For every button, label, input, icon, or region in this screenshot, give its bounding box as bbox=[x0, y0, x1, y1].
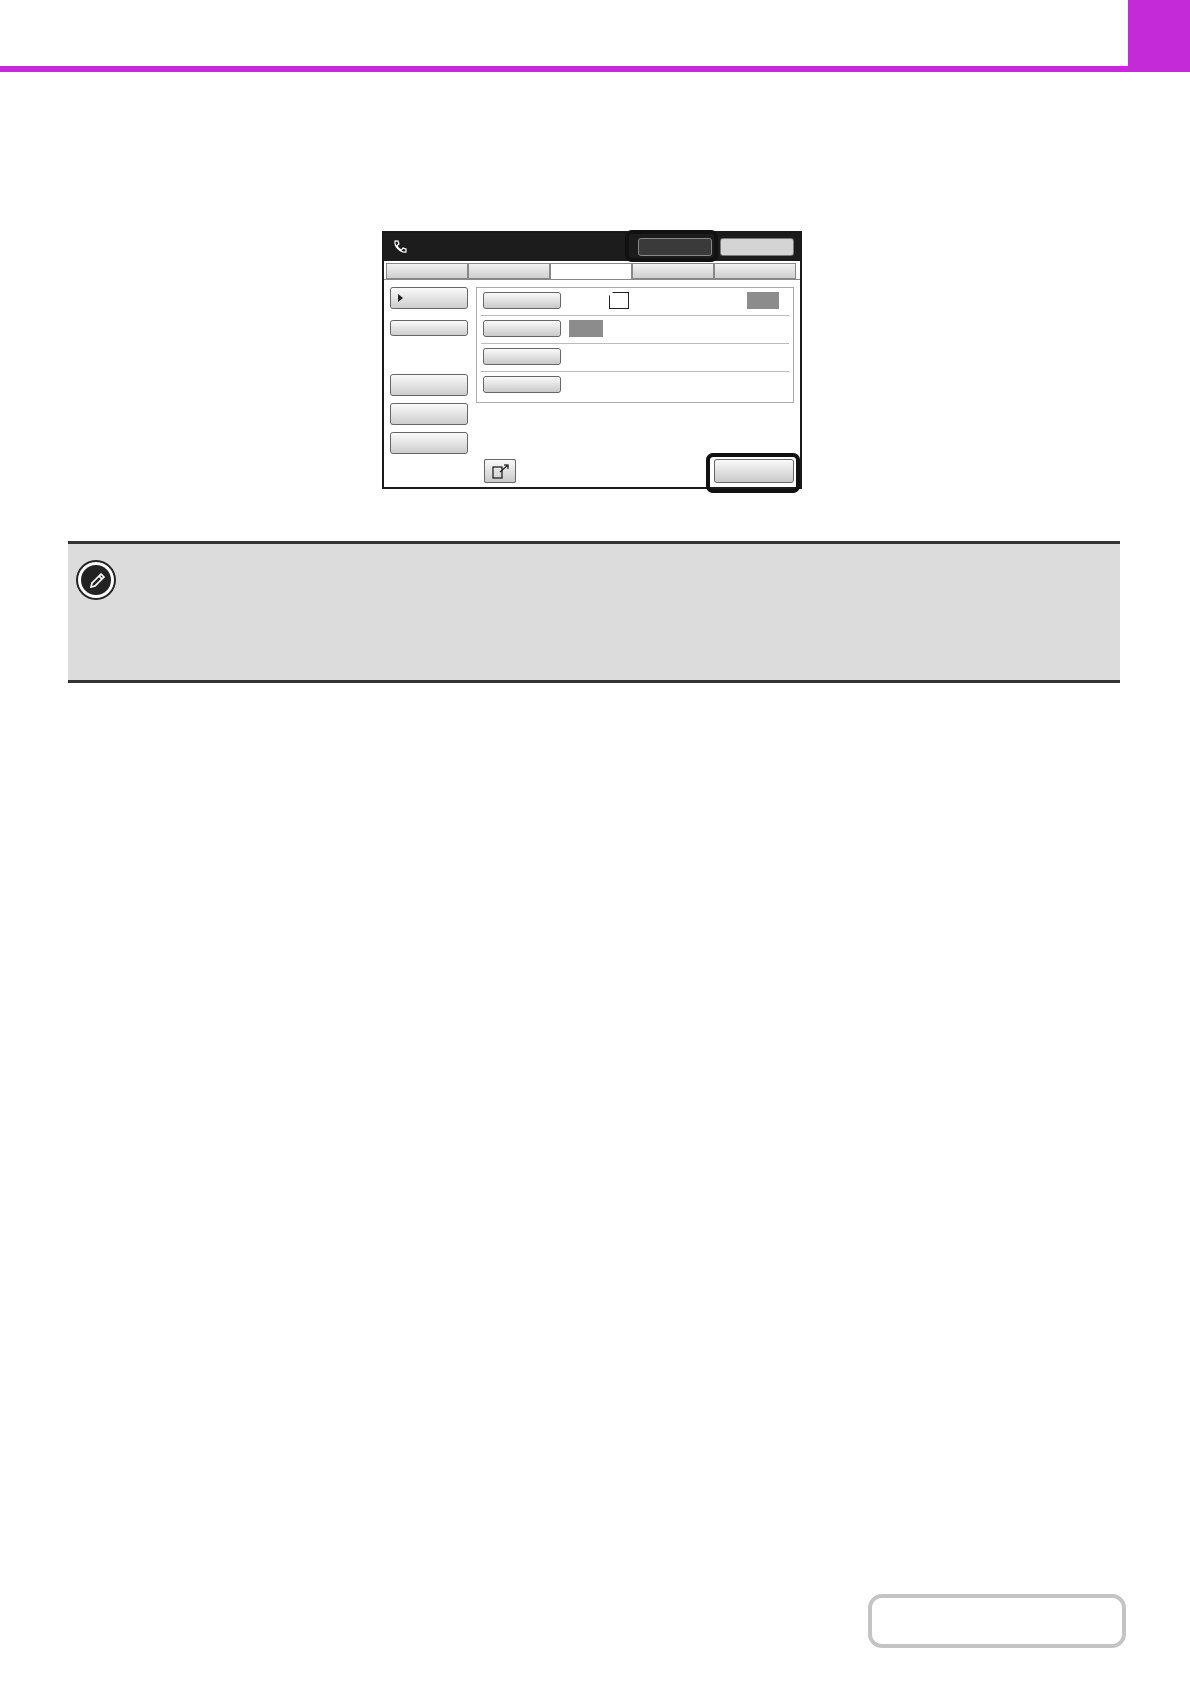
side-button-3[interactable] bbox=[390, 374, 468, 396]
screen-header bbox=[384, 233, 800, 261]
highlight-frame-send-settings bbox=[625, 230, 718, 262]
settings-panel bbox=[476, 287, 794, 403]
setting-row-2-button[interactable] bbox=[483, 320, 561, 337]
row-divider bbox=[481, 315, 789, 316]
side-button-5[interactable] bbox=[390, 432, 468, 454]
chapter-tab bbox=[1128, 0, 1190, 66]
paper-orientation-icon bbox=[609, 292, 629, 309]
triangle-right-icon bbox=[398, 294, 403, 302]
side-button-2[interactable] bbox=[390, 320, 468, 336]
side-button-4[interactable] bbox=[390, 403, 468, 425]
fax-screen-illustration bbox=[382, 231, 802, 489]
tab-1[interactable] bbox=[386, 263, 468, 279]
preview-button[interactable] bbox=[484, 459, 516, 483]
setting-row-3-button[interactable] bbox=[483, 348, 561, 365]
row-divider bbox=[481, 343, 789, 344]
tab-2[interactable] bbox=[468, 263, 550, 279]
note-box bbox=[68, 541, 1120, 683]
pencil-note-icon bbox=[78, 562, 114, 598]
phone-icon bbox=[392, 239, 408, 255]
setting-row-1-button[interactable] bbox=[483, 292, 561, 309]
contents-button[interactable] bbox=[868, 1594, 1126, 1648]
header-secondary-button[interactable] bbox=[720, 238, 794, 256]
setting-row-4-button[interactable] bbox=[483, 376, 561, 393]
highlight-frame-ok bbox=[706, 453, 800, 493]
mode-tabs bbox=[384, 261, 800, 280]
tab-3-active[interactable] bbox=[550, 263, 632, 280]
setting-row-2-value bbox=[569, 320, 603, 337]
side-button-1[interactable] bbox=[390, 287, 468, 309]
setting-row-1-value bbox=[747, 292, 779, 309]
tab-4[interactable] bbox=[632, 263, 714, 279]
header-accent-bar bbox=[0, 66, 1190, 72]
tab-underline bbox=[384, 279, 800, 280]
row-divider bbox=[481, 371, 789, 372]
tab-5[interactable] bbox=[714, 263, 796, 279]
preview-icon bbox=[492, 464, 509, 479]
